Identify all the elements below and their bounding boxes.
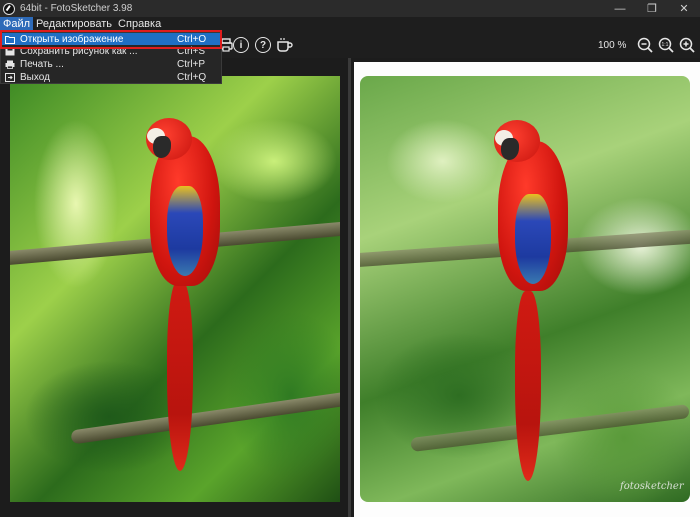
menu-item-shortcut: Ctrl+P [177, 58, 206, 70]
zoom-out-icon[interactable] [637, 37, 653, 53]
parrot-wing-shape [167, 186, 203, 276]
parrot-tail-shape [167, 281, 193, 471]
menu-item-shortcut: Ctrl+S [177, 45, 206, 57]
info-icon[interactable]: i [233, 37, 249, 53]
branch-shape [410, 403, 690, 453]
parrot-tail-shape [515, 291, 541, 481]
help-icon[interactable]: ? [255, 37, 271, 53]
menu-item-label: Сохранить рисунок как ... [20, 45, 138, 57]
menu-exit[interactable]: Выход Ctrl+Q [1, 71, 221, 83]
zoom-in-icon[interactable] [679, 37, 695, 53]
menu-print[interactable]: Печать ... Ctrl+P [1, 58, 221, 70]
file-menu-dropdown: Открыть изображение Ctrl+O Сохранить рис… [0, 32, 222, 84]
menu-open-image[interactable]: Открыть изображение Ctrl+O [1, 33, 221, 45]
menu-bar: Файл Редактировать Справка [0, 17, 700, 32]
window-title: 64bit - FotoSketcher 3.98 [20, 3, 133, 14]
menu-item-shortcut: Ctrl+Q [177, 71, 207, 83]
svg-text:1:1: 1:1 [662, 42, 669, 48]
save-icon [5, 47, 15, 56]
branch-shape [70, 391, 340, 445]
close-button[interactable]: ✕ [668, 0, 700, 17]
menu-item-label: Открыть изображение [20, 33, 124, 45]
menu-item-label: Выход [20, 71, 50, 83]
menu-item-label: Печать ... [20, 58, 64, 70]
pane-splitter[interactable] [348, 58, 351, 517]
maximize-button[interactable]: ❐ [636, 0, 668, 17]
menu-edit[interactable]: Редактировать [33, 17, 115, 32]
exit-icon [5, 72, 15, 82]
menu-save-drawing-as[interactable]: Сохранить рисунок как ... Ctrl+S [1, 45, 221, 57]
menu-item-shortcut: Ctrl+O [177, 33, 207, 45]
painting-signature: fotosketcher [620, 481, 684, 492]
window-controls: — ❐ ✕ [604, 0, 700, 17]
original-photo [10, 76, 340, 502]
menu-file[interactable]: Файл [0, 17, 34, 32]
printer-icon [5, 60, 15, 69]
zoom-level: 100 % [598, 40, 627, 51]
title-bar: 64bit - FotoSketcher 3.98 — ❐ ✕ [0, 0, 700, 17]
zoom-actual-size-icon[interactable]: 1:1 [658, 37, 674, 53]
folder-icon [5, 35, 15, 44]
menu-help[interactable]: Справка [115, 17, 164, 32]
app-logo-icon [3, 2, 15, 15]
minimize-button[interactable]: — [604, 0, 636, 17]
parrot-wing-shape [515, 194, 551, 284]
painted-image [360, 76, 690, 502]
coffee-cup-icon[interactable] [276, 37, 293, 53]
